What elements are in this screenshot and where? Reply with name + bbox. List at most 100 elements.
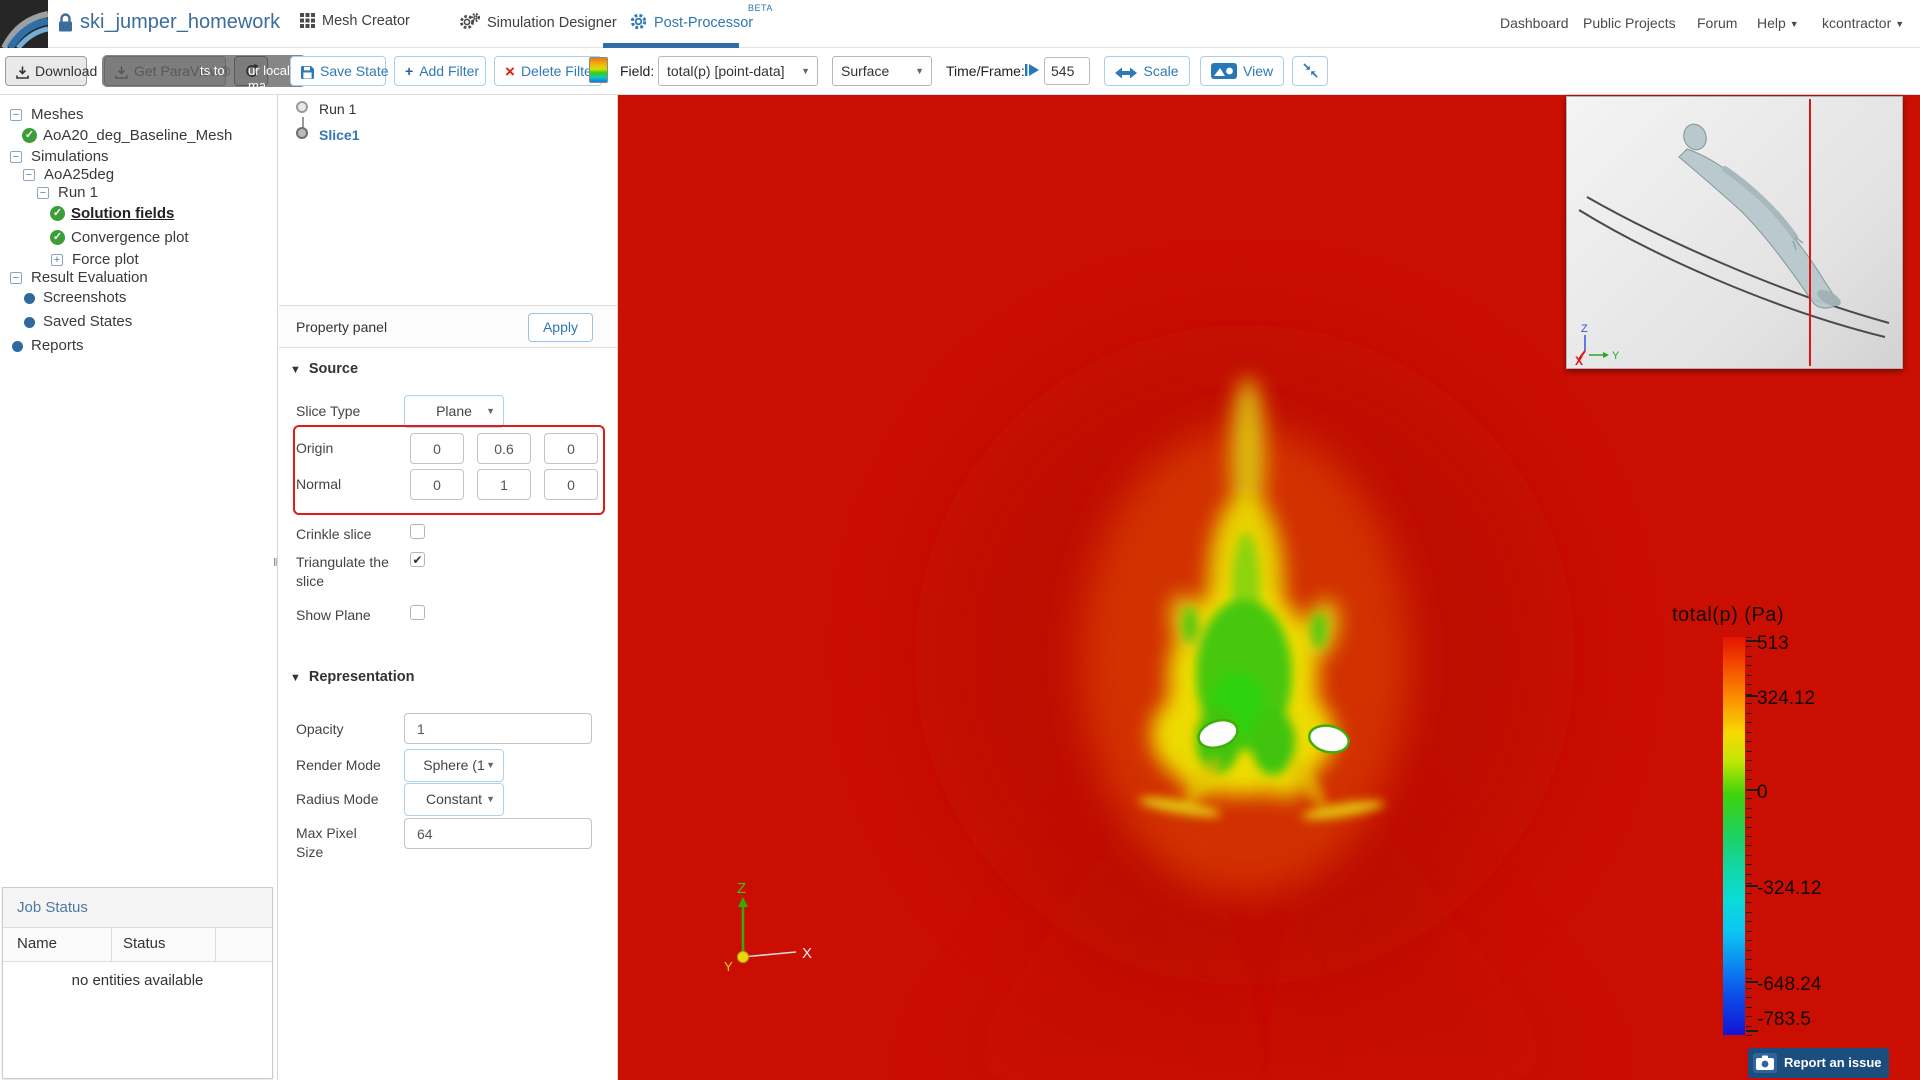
collapse-icon[interactable]: −	[37, 187, 49, 199]
origin-z-input[interactable]	[544, 433, 598, 464]
collapse-icon[interactable]: −	[10, 272, 22, 284]
nav-link-dashboard[interactable]: Dashboard	[1500, 15, 1569, 31]
max-pixel-size-input[interactable]	[404, 818, 592, 849]
play-icon[interactable]	[1024, 62, 1040, 83]
surface-select[interactable]: Surface ▼	[832, 56, 932, 86]
radius-mode-label: Radius Mode	[296, 790, 379, 809]
job-status-panel: Job Status Name Status no entities avail…	[2, 887, 273, 1079]
job-status-table-header: Name Status	[3, 928, 272, 962]
normal-y-input[interactable]	[477, 469, 531, 500]
max-pixel-size-label: Max Pixel Size	[296, 824, 366, 862]
inset-axis-glyph: Z X Y	[1575, 323, 1620, 368]
crinkle-slice-label: Crinkle slice	[296, 525, 371, 544]
legend-tick-label: -783.5	[1757, 1009, 1811, 1031]
pipeline-node-icon[interactable]	[296, 127, 308, 139]
radius-mode-select[interactable]: Constant▼	[404, 783, 504, 816]
collapse-arrows-icon	[1303, 63, 1318, 79]
normal-x-input[interactable]	[410, 469, 464, 500]
nav-user-menu[interactable]: kcontractor ▼	[1822, 15, 1904, 31]
triangulate-checkbox[interactable]: ✔	[410, 552, 425, 567]
legend-tick-label: 324.12	[1757, 688, 1815, 710]
pipeline-node-icon[interactable]	[296, 101, 308, 113]
field-select[interactable]: total(p) [point-data] ▼	[658, 56, 818, 86]
colormap-button[interactable]	[589, 57, 608, 83]
expand-icon[interactable]: +	[51, 254, 63, 266]
crinkle-slice-checkbox[interactable]	[410, 524, 425, 539]
ski-jumper-model	[1679, 121, 1843, 309]
project-title: ski_jumper_homework	[80, 11, 280, 34]
nav-link-forum[interactable]: Forum	[1697, 15, 1737, 31]
nav-link-public-projects[interactable]: Public Projects	[1583, 15, 1676, 31]
scale-button[interactable]: Scale	[1104, 56, 1190, 86]
source-section-header[interactable]: ▼Source	[290, 361, 358, 377]
legend-tick-label: 513	[1757, 633, 1789, 655]
job-status-empty-message: no entities available	[3, 962, 272, 989]
view-button[interactable]: View	[1200, 56, 1284, 86]
collapse-icon[interactable]: −	[10, 151, 22, 163]
tab-simulation-designer[interactable]: Simulation Designer	[460, 13, 617, 34]
origin-x-input[interactable]	[410, 433, 464, 464]
panel-resize-handle[interactable]: ‖	[273, 557, 278, 569]
representation-section-header[interactable]: ▼Representation	[290, 669, 414, 685]
legend-title: total(p) (Pa)	[1672, 604, 1784, 627]
model-preview-inset[interactable]: Z X Y	[1566, 96, 1903, 369]
origin-y-input[interactable]	[477, 433, 531, 464]
save-state-label: Save State	[320, 63, 389, 79]
collapse-icon[interactable]: −	[10, 109, 22, 121]
pipeline-run-node[interactable]: Run 1	[319, 101, 356, 117]
nav-link-help[interactable]: Help▼	[1757, 15, 1799, 31]
triangle-down-icon: ▼	[290, 672, 301, 684]
legend-tick-label: -324.12	[1757, 878, 1821, 900]
opacity-input[interactable]	[404, 713, 592, 744]
add-filter-button[interactable]: + Add Filter	[394, 56, 486, 86]
tab-mesh-creator-label: Mesh Creator	[322, 13, 410, 29]
chevron-down-icon: ▼	[915, 57, 924, 85]
pipeline-slice-node[interactable]: Slice1	[319, 127, 359, 143]
x-icon: ×	[505, 58, 515, 86]
delete-filter-label: Delete Filter	[521, 63, 596, 79]
axis-x-label: X	[802, 945, 812, 962]
property-panel-title: Property panel	[296, 319, 387, 335]
simscale-logo[interactable]	[0, 0, 48, 48]
legend-tick-label: -648.24	[1757, 974, 1821, 996]
check-icon: ✓	[50, 206, 65, 221]
property-panel-header: Property panel Apply	[279, 305, 617, 348]
grid-icon	[300, 13, 315, 32]
apply-button[interactable]: Apply	[528, 313, 593, 342]
axis-z-label: Z	[737, 880, 746, 897]
save-state-button[interactable]: Save State	[290, 56, 386, 86]
column-divider	[215, 928, 216, 962]
collapse-icon[interactable]: −	[23, 169, 35, 181]
render-mode-label: Render Mode	[296, 756, 381, 775]
normal-z-input[interactable]	[544, 469, 598, 500]
report-issue-label: Report an issue	[1784, 1048, 1882, 1078]
gears-icon	[460, 13, 480, 34]
show-plane-label: Show Plane	[296, 606, 371, 625]
download-icon	[16, 60, 29, 88]
collapse-arrows-button[interactable]	[1292, 56, 1328, 86]
tab-mesh-creator[interactable]: Mesh Creator	[300, 13, 410, 32]
legend-tick-label: 0	[1757, 782, 1768, 804]
image-icon	[1211, 60, 1237, 88]
col-status: Status	[123, 935, 166, 952]
download-button[interactable]: Download	[5, 56, 87, 86]
tab-post-processor-label: Post-Processor	[654, 15, 753, 31]
property-panel: ‖ Run 1 Slice1 Property panel Apply ▼Sou…	[279, 95, 618, 1080]
report-issue-button[interactable]: Report an issue	[1748, 1048, 1889, 1078]
user-label: kcontractor	[1822, 15, 1891, 31]
add-filter-label: Add Filter	[419, 63, 479, 79]
show-plane-checkbox[interactable]	[410, 605, 425, 620]
slice-type-select[interactable]: Plane▼	[404, 395, 504, 428]
lock-icon	[58, 13, 73, 38]
axis-y-label: Y	[724, 959, 733, 974]
render-mode-select[interactable]: Sphere (1▼	[404, 749, 504, 782]
tab-post-processor[interactable]: Post-Processor	[630, 13, 753, 34]
plus-icon: +	[405, 57, 413, 85]
ski-line	[1579, 210, 1885, 337]
app-root: ski_jumper_homework Mesh Creator	[0, 0, 1920, 1080]
delete-filter-button[interactable]: × Delete Filter	[494, 56, 602, 86]
timeframe-input[interactable]	[1044, 57, 1090, 85]
chevron-down-icon: ▼	[1895, 19, 1904, 29]
field-select-value: total(p) [point-data]	[667, 63, 785, 79]
tooltip-overlay: ts to ur local ma	[102, 55, 306, 87]
